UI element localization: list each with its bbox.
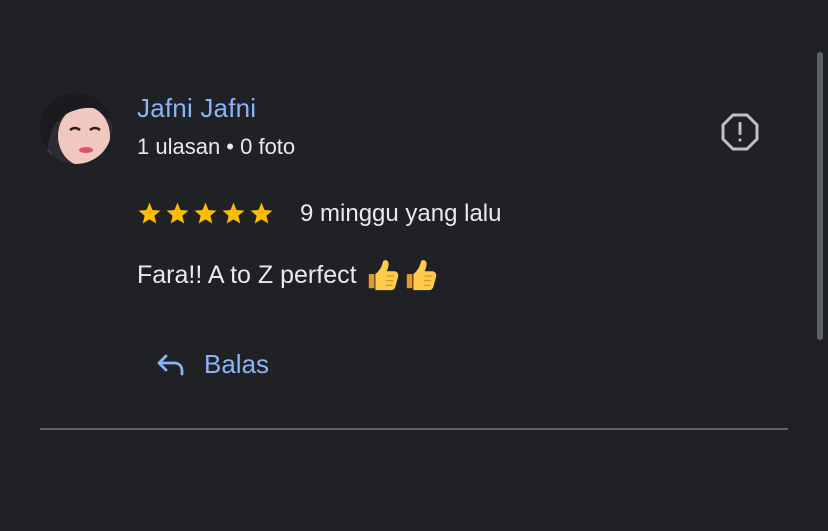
star-icon [138,202,161,223]
report-icon[interactable] [720,112,760,152]
scrollbar[interactable] [817,52,823,340]
star-rating [137,201,274,226]
review-text-content: Fara!! A to Z perfect [137,260,357,289]
avatar[interactable] [40,92,112,164]
emoji-group [365,258,437,292]
thumbs-up-icon [406,260,436,291]
review-text: Fara!! A to Z perfect [137,258,437,292]
star-icon [222,202,245,223]
review-time: 9 minggu yang lalu [300,200,502,227]
reviewer-meta: 1 ulasan • 0 foto [137,134,296,159]
reply-button[interactable]: Balas [154,348,269,380]
star-icon [194,202,217,223]
rating-row: 9 minggu yang lalu [137,199,501,227]
reply-label: Balas [204,348,270,379]
reviewer-name[interactable]: Jafni Jafni [137,93,256,124]
thumbs-up-icon [368,260,398,291]
star-icon [166,202,189,223]
star-icon [250,202,273,223]
divider [40,428,788,430]
reply-icon [157,354,184,376]
